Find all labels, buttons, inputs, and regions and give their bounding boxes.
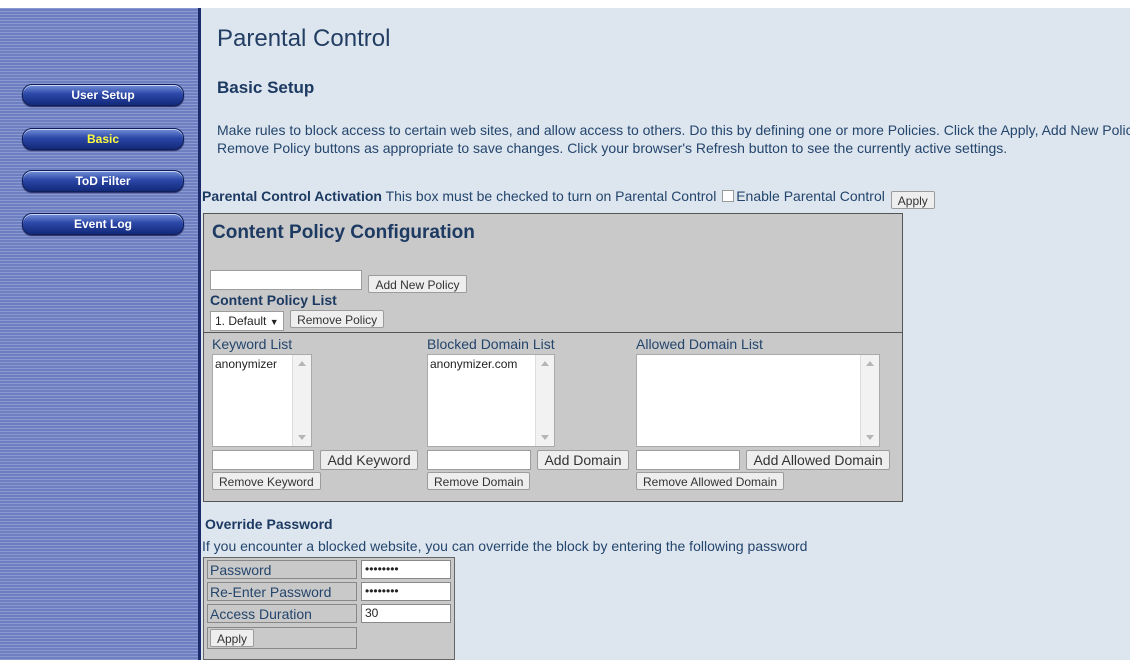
content-policy-title: Content Policy Configuration bbox=[212, 222, 475, 243]
allowed-domain-input[interactable] bbox=[636, 450, 740, 470]
new-policy-input[interactable] bbox=[210, 270, 362, 290]
allowed-scrollbar[interactable] bbox=[860, 355, 879, 446]
reenter-password-label: Re-Enter Password bbox=[207, 582, 357, 601]
section-title: Basic Setup bbox=[217, 78, 315, 97]
keyword-input[interactable] bbox=[212, 450, 314, 470]
remove-domain-button[interactable]: Remove Domain bbox=[427, 472, 531, 490]
blocked-domain-listbox[interactable]: anonymizer.com bbox=[427, 354, 555, 447]
add-new-policy-button[interactable]: Add New Policy bbox=[368, 275, 467, 293]
nav-event-log-button[interactable]: Event Log bbox=[22, 213, 184, 235]
dropdown-arrow-icon: ▼ bbox=[269, 317, 279, 327]
content-policy-list-label: Content Policy List bbox=[210, 292, 337, 308]
access-duration-field[interactable]: 30 bbox=[361, 604, 451, 623]
add-keyword-button[interactable]: Add Keyword bbox=[320, 450, 418, 470]
blocked-domain-list-item[interactable]: anonymizer.com bbox=[430, 357, 552, 371]
add-allowed-domain-button[interactable]: Add Allowed Domain bbox=[746, 450, 890, 470]
password-row: Password •••••••• bbox=[204, 560, 454, 581]
scroll-down-icon[interactable] bbox=[298, 435, 306, 440]
enable-parental-control-label: Enable Parental Control bbox=[736, 188, 885, 204]
access-duration-row: Access Duration 30 bbox=[204, 604, 454, 625]
scroll-down-icon[interactable] bbox=[866, 435, 874, 440]
password-field[interactable]: •••••••• bbox=[361, 560, 451, 579]
override-apply-button[interactable]: Apply bbox=[210, 629, 255, 647]
content-policy-header: Content Policy Configuration Add New Pol… bbox=[204, 214, 902, 333]
keyword-scrollbar[interactable] bbox=[292, 355, 311, 446]
sidebar: User Setup Basic ToD Filter Event Log bbox=[0, 8, 201, 660]
allowed-domain-list-label: Allowed Domain List bbox=[636, 336, 763, 352]
scroll-up-icon[interactable] bbox=[866, 361, 874, 366]
access-duration-label: Access Duration bbox=[207, 604, 357, 623]
allowed-domain-listbox[interactable] bbox=[636, 354, 880, 447]
keyword-list-label: Keyword List bbox=[212, 336, 293, 352]
override-password-table: Password •••••••• Re-Enter Password ••••… bbox=[203, 557, 455, 660]
nav-user-setup-button[interactable]: User Setup bbox=[22, 84, 184, 106]
apply-cell: Apply bbox=[207, 627, 357, 649]
activation-row: Parental Control Activation This box mus… bbox=[202, 188, 935, 209]
override-password-title: Override Password bbox=[205, 516, 333, 532]
nav-tod-filter-button[interactable]: ToD Filter bbox=[22, 170, 184, 192]
policy-select[interactable]: 1. Default ▼ bbox=[210, 311, 284, 331]
scroll-up-icon[interactable] bbox=[298, 361, 306, 366]
password-label: Password bbox=[207, 560, 357, 579]
main-content: Parental Control Basic Setup Make rules … bbox=[201, 8, 1130, 660]
scroll-up-icon[interactable] bbox=[541, 361, 549, 366]
remove-keyword-button[interactable]: Remove Keyword bbox=[212, 472, 321, 490]
scroll-down-icon[interactable] bbox=[541, 435, 549, 440]
enable-parental-control-checkbox[interactable] bbox=[722, 190, 735, 202]
intro-text: Make rules to block access to certain we… bbox=[217, 122, 1130, 156]
remove-allowed-domain-button[interactable]: Remove Allowed Domain bbox=[636, 472, 785, 490]
reenter-password-row: Re-Enter Password •••••••• bbox=[204, 582, 454, 603]
blocked-scrollbar[interactable] bbox=[535, 355, 554, 446]
content-policy-panel: Content Policy Configuration Add New Pol… bbox=[203, 213, 903, 502]
override-password-description: If you encounter a blocked website, you … bbox=[202, 538, 808, 554]
reenter-password-field[interactable]: •••••••• bbox=[361, 582, 451, 601]
apply-row: Apply bbox=[204, 627, 454, 649]
add-domain-button[interactable]: Add Domain bbox=[537, 450, 629, 470]
activation-label: Parental Control Activation bbox=[202, 188, 382, 204]
remove-policy-button[interactable]: Remove Policy bbox=[290, 310, 385, 328]
keyword-listbox[interactable]: anonymizer bbox=[212, 354, 312, 447]
activation-apply-button[interactable]: Apply bbox=[890, 191, 935, 209]
blocked-domain-input[interactable] bbox=[427, 450, 531, 470]
activation-text: This box must be checked to turn on Pare… bbox=[385, 188, 717, 204]
nav-basic-button[interactable]: Basic bbox=[22, 128, 184, 150]
page-title: Parental Control bbox=[217, 25, 391, 52]
blocked-domain-list-label: Blocked Domain List bbox=[427, 336, 555, 352]
